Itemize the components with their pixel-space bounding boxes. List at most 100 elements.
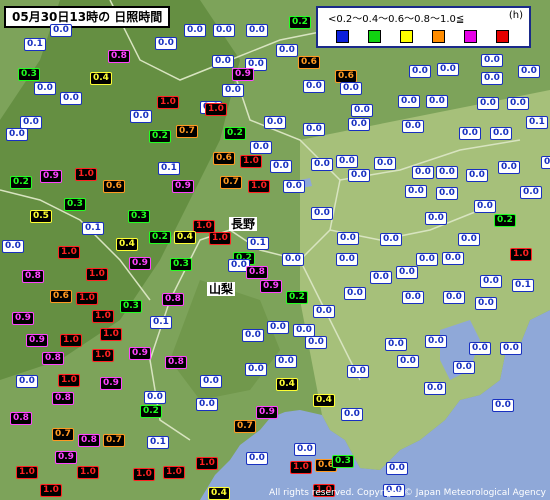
station-value: 1.0 [75,168,97,181]
station-value: 0.3 [64,198,86,211]
station-value: 0.0 [212,55,234,68]
station-value: 0.0 [283,180,305,193]
station-value: 0.3 [120,300,142,313]
station-value: 0.0 [246,452,268,465]
station-value: 0.0 [303,123,325,136]
station-value: 0.8 [162,293,184,306]
station-value: 0.0 [436,166,458,179]
station-value: 0.0 [313,305,335,318]
station-value: 0.8 [165,356,187,369]
station-value: 0.4 [276,378,298,391]
station-value: 0.0 [34,82,56,95]
legend-unit: (h) [508,10,523,21]
station-value: 1.0 [100,328,122,341]
station-value: 0.1 [147,436,169,449]
station-value: 0.0 [443,291,465,304]
station-value: 0.0 [270,160,292,173]
station-value: 0.0 [294,443,316,456]
station-value: 0.0 [498,161,520,174]
station-value: 0.0 [340,82,362,95]
station-value: 0.4 [90,72,112,85]
legend-scale: <0.2～0.4～0.6～0.8～1.0≦ [328,14,465,25]
station-value: 0.0 [16,375,38,388]
station-value: 1.0 [163,466,185,479]
station-value: 0.8 [42,352,64,365]
station-value: 0.0 [347,365,369,378]
station-value: 0.9 [260,280,282,293]
station-value: 0.0 [475,297,497,310]
station-value: 0.1 [512,279,534,292]
station-value: 0.0 [396,266,418,279]
station-value: 0.1 [158,162,180,175]
station-value: 0.7 [103,434,125,447]
station-value: 0.0 [196,398,218,411]
station-value: 0.0 [336,253,358,266]
station-value: 1.0 [92,310,114,323]
station-value: 0.6 [298,56,320,69]
station-value: 0.9 [172,180,194,193]
station-value: 0.4 [313,394,335,407]
legend-swatch-5 [464,30,477,43]
station-value: 0.9 [256,406,278,419]
station-value: 0.0 [490,127,512,140]
station-value: 0.0 [442,252,464,265]
station-value: 0.9 [12,312,34,325]
station-value: 0.3 [170,258,192,271]
legend-swatch-2 [368,30,381,43]
station-value: 1.0 [86,268,108,281]
city-label-nagano: 長野 [229,217,258,231]
station-value: 0.6 [103,180,125,193]
station-value: 0.8 [52,392,74,405]
station-value: 0.0 [402,291,424,304]
station-value: 0.0 [398,95,420,108]
station-value: 0.0 [477,97,499,110]
station-value: 1.0 [16,466,38,479]
station-value: 0.3 [332,455,354,468]
station-value: 0.7 [52,428,74,441]
station-value: 0.0 [409,65,431,78]
station-value: 0.1 [24,38,46,51]
station-value: 0.0 [213,24,235,37]
station-value: 0.0 [130,110,152,123]
station-value: 1.0 [196,457,218,470]
station-value: 0.0 [245,363,267,376]
station-value: 1.0 [157,96,179,109]
city-label-yamanashi: 山梨 [207,282,236,296]
station-value: 0.0 [50,24,72,37]
station-value: 1.0 [209,232,231,245]
station-value: 0.3 [18,68,40,81]
station-value: 0.0 [60,92,82,105]
station-value: 0.0 [520,186,542,199]
station-value: 0.1 [150,316,172,329]
station-value: 0.8 [10,412,32,425]
station-value: 0.0 [336,155,358,168]
station-value: 0.0 [416,253,438,266]
station-value: 0.3 [128,210,150,223]
station-value: 1.0 [133,468,155,481]
station-value: 0.2 [149,231,171,244]
station-value: 0.0 [242,329,264,342]
station-value: 0.0 [2,240,24,253]
station-value: 0.9 [232,68,254,81]
station-value: 0.0 [250,141,272,154]
station-value: 0.4 [174,231,196,244]
legend-swatch-6 [496,30,509,43]
station-value: 0.9 [40,170,62,183]
station-value: 0.0 [351,104,373,117]
station-value: 1.0 [92,349,114,362]
station-value: 0.0 [380,233,402,246]
station-value: 0.2 [289,16,311,29]
station-value: 0.1 [247,237,269,250]
station-value: 0.0 [370,271,392,284]
station-value: 0.2 [149,130,171,143]
station-value: 0.0 [437,63,459,76]
station-value: 0.7 [234,420,256,433]
station-value: 0.2 [494,214,516,227]
station-value: 0.0 [458,233,480,246]
station-value: 0.0 [222,84,244,97]
station-value: 0.8 [108,50,130,63]
station-value: 0.9 [129,347,151,360]
station-value: 0.8 [22,270,44,283]
station-value: 1.0 [76,292,98,305]
station-value: 0.0 [341,408,363,421]
